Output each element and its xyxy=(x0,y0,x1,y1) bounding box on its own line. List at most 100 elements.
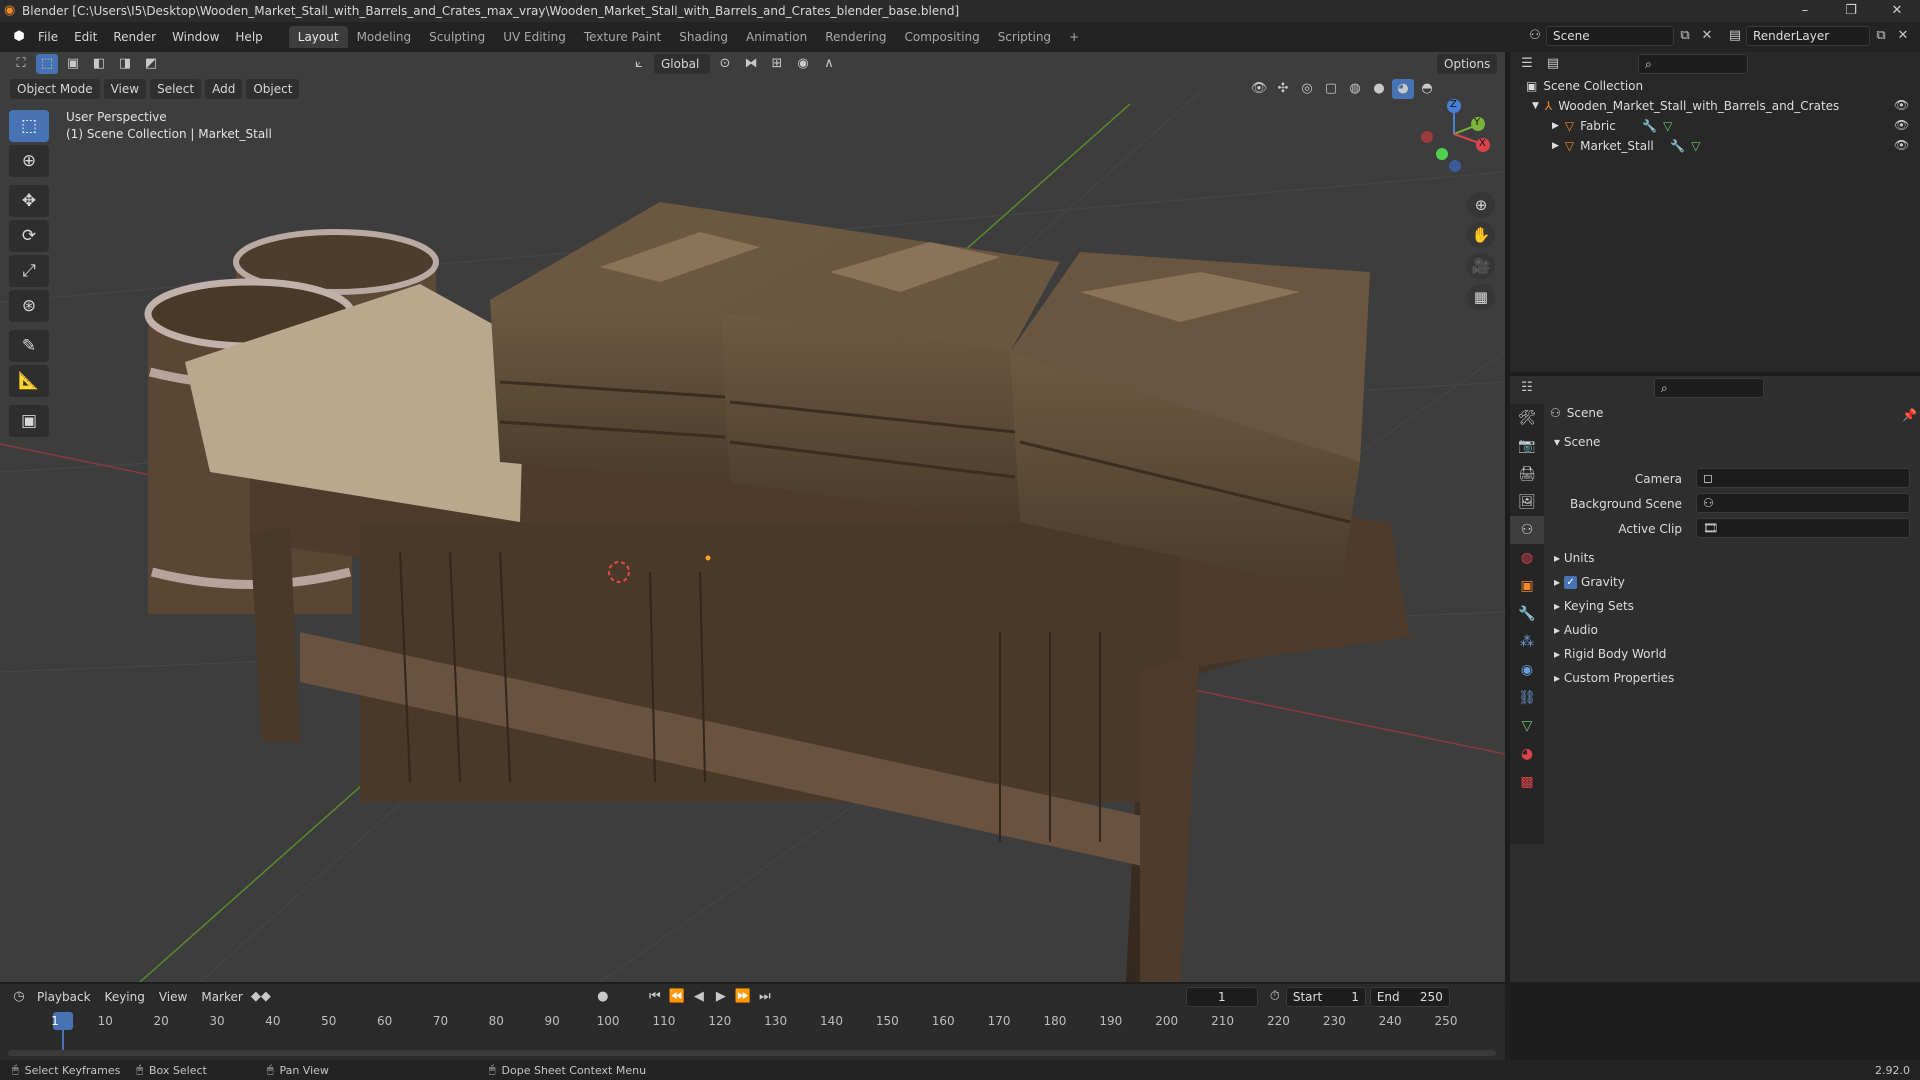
view-menu[interactable]: View xyxy=(103,79,147,99)
end-frame-field[interactable]: End 250 xyxy=(1369,987,1450,1007)
marker-menu[interactable]: Marker xyxy=(194,987,249,1007)
scene-icon[interactable]: ⚇ xyxy=(1524,26,1546,46)
proportional-icon[interactable]: ◉ xyxy=(792,54,814,74)
tab-rendering[interactable]: Rendering xyxy=(816,26,895,48)
ortho-grid-icon[interactable]: ▦ xyxy=(1467,284,1495,310)
mesh-data-icon[interactable]: ▽ xyxy=(1663,116,1672,136)
world-tab-icon[interactable]: ◍ xyxy=(1510,544,1544,572)
blender-menu-icon[interactable]: ⬢ xyxy=(8,27,30,47)
select-box-tool[interactable]: ⬚ xyxy=(9,110,49,142)
collapse-arrow-icon[interactable]: ▶ xyxy=(1552,116,1559,136)
minimize-button[interactable]: – xyxy=(1782,0,1828,22)
menu-window[interactable]: Window xyxy=(164,26,227,48)
menu-file[interactable]: File xyxy=(30,26,66,48)
physics-tab-icon[interactable]: ◉ xyxy=(1510,656,1544,684)
maximize-button[interactable]: ❐ xyxy=(1828,0,1874,22)
gizmo-toggle-icon[interactable]: ✣ xyxy=(1272,79,1294,99)
collapse-arrow-icon[interactable]: ▶ xyxy=(1552,136,1559,156)
material-preview-icon[interactable]: ◕ xyxy=(1392,79,1414,99)
properties-search[interactable]: ⌕ xyxy=(1654,378,1764,398)
properties-editor-icon[interactable]: ☷ xyxy=(1516,378,1538,398)
wireframe-icon[interactable]: ◍ xyxy=(1344,79,1366,99)
measure-tool[interactable]: 📐 xyxy=(9,365,49,397)
output-tab-icon[interactable]: 🖨 xyxy=(1510,460,1544,488)
render-layer-field[interactable]: RenderLayer xyxy=(1746,26,1870,46)
view-layer-tab-icon[interactable]: 🖼 xyxy=(1510,488,1544,516)
menu-render[interactable]: Render xyxy=(105,26,164,48)
close-button[interactable]: ✕ xyxy=(1874,0,1920,22)
active-clip-field[interactable]: 🎞 xyxy=(1696,518,1910,538)
orientation-icon[interactable]: ⟀ xyxy=(628,54,650,74)
visibility-icon[interactable]: 👁 xyxy=(1248,79,1270,99)
xray-icon[interactable]: ▢ xyxy=(1320,79,1342,99)
overlay-icon[interactable]: ◎ xyxy=(1296,79,1318,99)
timeline-editor-icon[interactable]: ◷ xyxy=(8,987,30,1007)
select-subtract-icon[interactable]: ◨ xyxy=(114,54,136,74)
modifier-icon[interactable]: 🔧 xyxy=(1642,116,1657,136)
rendered-icon[interactable]: ◓ xyxy=(1416,79,1438,99)
tab-texture-paint[interactable]: Texture Paint xyxy=(575,26,670,48)
tab-shading[interactable]: Shading xyxy=(670,26,737,48)
tab-sculpting[interactable]: Sculpting xyxy=(420,26,494,48)
snap-target-icon[interactable]: ⊞ xyxy=(766,54,788,74)
material-tab-icon[interactable]: ◕ xyxy=(1510,740,1544,768)
add-workspace-button[interactable]: + xyxy=(1060,26,1088,48)
modifier-icon[interactable]: 🔧 xyxy=(1670,136,1685,156)
audio-section[interactable]: ▸ Audio xyxy=(1554,618,1598,642)
object-menu[interactable]: Object xyxy=(246,79,300,99)
camera-field[interactable]: ◻ xyxy=(1696,468,1910,488)
current-frame-field[interactable]: 1 xyxy=(1185,987,1258,1007)
outliner-item-fabric[interactable]: ▶ ▽ Fabric 🔧 ▽ xyxy=(1552,116,1672,136)
eye-icon[interactable]: 👁 xyxy=(1894,98,1909,112)
expand-arrow-icon[interactable]: ▼ xyxy=(1532,96,1539,116)
units-section[interactable]: ▸ Units xyxy=(1554,546,1595,570)
scene-tab-icon[interactable]: ⚇ xyxy=(1510,516,1544,544)
render-tab-icon[interactable]: 📷 xyxy=(1510,432,1544,460)
eye-icon[interactable]: 👁 xyxy=(1894,138,1909,152)
tab-animation[interactable]: Animation xyxy=(737,26,816,48)
select-new-icon[interactable]: ▣ xyxy=(62,54,84,74)
new-layer-icon[interactable]: ⧉ xyxy=(1870,26,1892,46)
camera-view-icon[interactable]: 🎥 xyxy=(1467,253,1495,279)
outliner-search[interactable]: ⌕ xyxy=(1638,54,1748,74)
tab-modeling[interactable]: Modeling xyxy=(348,26,421,48)
3d-viewport[interactable]: Z Y X xyxy=(0,52,1505,982)
tab-uv-editing[interactable]: UV Editing xyxy=(494,26,575,48)
falloff-icon[interactable]: ∧ xyxy=(818,54,840,74)
jump-end-icon[interactable]: ⏭ xyxy=(754,987,776,1007)
editor-type-icon[interactable]: ⛶ xyxy=(10,54,32,74)
remove-layer-icon[interactable]: ✕ xyxy=(1892,26,1914,46)
outliner-item-market-stall[interactable]: ▶ ▽ Market_Stall 🔧 ▽ xyxy=(1552,136,1700,156)
play-reverse-icon[interactable]: ◀ xyxy=(688,987,710,1007)
preview-range-icon[interactable]: ⏱ xyxy=(1264,987,1286,1007)
pin-icon[interactable]: 📌 xyxy=(1902,408,1917,422)
pan-hand-icon[interactable]: ✋ xyxy=(1467,222,1495,248)
object-tab-icon[interactable]: ▣ xyxy=(1510,572,1544,600)
transform-tool[interactable]: ⊛ xyxy=(9,290,49,322)
constraints-tab-icon[interactable]: ⛓ xyxy=(1510,684,1544,712)
mesh-data-icon[interactable]: ▽ xyxy=(1691,136,1700,156)
select-invert-icon[interactable]: ◩ xyxy=(140,54,162,74)
scene-field[interactable]: Scene xyxy=(1546,26,1674,46)
playback-menu[interactable]: Playback xyxy=(30,987,98,1007)
move-tool[interactable]: ✥ xyxy=(9,185,49,217)
new-scene-icon[interactable]: ⧉ xyxy=(1674,26,1696,46)
menu-help[interactable]: Help xyxy=(227,26,270,48)
timeline-scrollbar[interactable] xyxy=(8,1050,1496,1056)
record-icon[interactable]: ● xyxy=(592,987,614,1007)
outliner-scene-collection[interactable]: ▣ Scene Collection xyxy=(1526,76,1643,96)
tab-compositing[interactable]: Compositing xyxy=(895,26,988,48)
jump-key-forward-icon[interactable]: ⏩ xyxy=(732,987,754,1007)
mode-dropdown[interactable]: Object Mode xyxy=(10,79,100,99)
data-tab-icon[interactable]: ▽ xyxy=(1510,712,1544,740)
keyframe-icon[interactable]: ◆◆ xyxy=(250,987,272,1007)
gravity-checkbox[interactable]: ✓ xyxy=(1564,575,1578,589)
particles-tab-icon[interactable]: ⁂ xyxy=(1510,628,1544,656)
eye-icon[interactable]: 👁 xyxy=(1894,118,1909,132)
scene-panel-header[interactable]: ▾ Scene xyxy=(1554,430,1600,454)
zoom-icon[interactable]: ⊕ xyxy=(1467,192,1495,218)
pivot-icon[interactable]: ⊙ xyxy=(714,54,736,74)
annotate-tool[interactable]: ✎ xyxy=(9,330,49,362)
rigid-body-world-section[interactable]: ▸ Rigid Body World xyxy=(1554,642,1666,666)
start-frame-field[interactable]: Start 1 xyxy=(1285,987,1366,1007)
